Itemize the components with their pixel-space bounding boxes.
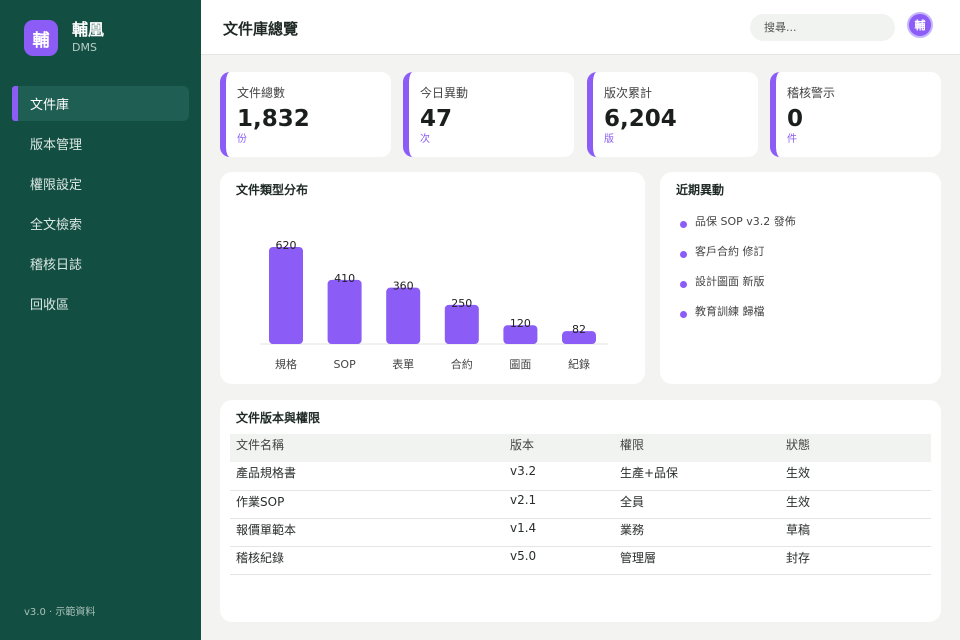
brand-sub: DMS: [72, 41, 97, 54]
stat-card-total-versions: 版次累計 6,204 版: [587, 72, 758, 157]
list-item[interactable]: 客戶合約 修訂: [680, 236, 796, 266]
activity-text: 設計圖面 新版: [695, 275, 765, 288]
stat-unit: 份: [237, 134, 247, 145]
bar-2[interactable]: [386, 287, 421, 344]
brand-text: 輔凰 DMS: [72, 20, 104, 56]
stat-value: 6,204: [604, 106, 677, 132]
bullet-dot-icon: [680, 220, 687, 228]
cell-name: 報價單範本: [230, 518, 504, 547]
sidebar-item-versions[interactable]: 版本管理: [12, 126, 189, 161]
bullet-dot-icon: [680, 280, 687, 288]
sidebar: 輔 輔凰 DMS 文件庫 版本管理 權限設定 全文檢索 稽核日誌 回收區 v3.…: [0, 0, 201, 640]
cell-name: 產品規格書: [230, 462, 504, 491]
column-header-version[interactable]: 版本: [504, 434, 614, 462]
sidebar-item-permissions[interactable]: 權限設定: [12, 166, 189, 201]
bar-value-label: 410: [334, 272, 355, 285]
table-row[interactable]: 產品規格書 v3.2 生產+品保 生效: [230, 462, 931, 491]
brand-logo: 輔: [24, 20, 58, 56]
page-title: 文件庫總覽: [223, 20, 299, 38]
cell-version: v2.1: [504, 490, 614, 519]
stat-label: 版次累計: [604, 86, 653, 100]
table-panel: 文件版本與權限 文件名稱 版本 權限 狀態 產品規格書 v3.2 生產+品保 生…: [220, 400, 941, 622]
list-item[interactable]: 設計圖面 新版: [680, 266, 796, 296]
stat-card-total-documents: 文件總數 1,832 份: [220, 72, 391, 157]
cell-name: 稽核紀錄: [230, 546, 504, 575]
sidebar-footer: v3.0 · 示範資料: [24, 607, 96, 618]
cell-status: 生效: [780, 462, 931, 491]
bar-value-label: 82: [572, 323, 586, 336]
table-row[interactable]: 稽核紀錄 v5.0 管理層 封存: [230, 546, 931, 575]
stat-card-audit-alerts: 稽核警示 0 件: [770, 72, 941, 157]
activity-panel: 近期異動 品保 SOP v3.2 發佈 客戶合約 修訂 設計圖面 新版 教育訓練…: [660, 172, 941, 384]
table-panel-title: 文件版本與權限: [236, 411, 321, 425]
list-item[interactable]: 品保 SOP v3.2 發佈: [680, 206, 796, 236]
category-tick-label: 合約: [451, 357, 473, 371]
cell-version: v3.2: [504, 462, 614, 491]
sidebar-item-search[interactable]: 全文檢索: [12, 206, 189, 241]
stat-value: 1,832: [237, 106, 310, 132]
top-header: 文件庫總覽 輔: [201, 0, 960, 55]
stat-cards: 文件總數 1,832 份 今日異動 47 次 版次累計 6,204 版 稽核警示…: [220, 72, 941, 157]
cell-version: v1.4: [504, 518, 614, 547]
cell-permission: 生產+品保: [614, 462, 780, 491]
stat-label: 稽核警示: [787, 86, 836, 100]
sidebar-nav: 文件庫 版本管理 權限設定 全文檢索 稽核日誌 回收區: [12, 86, 189, 326]
table-row[interactable]: 報價單範本 v1.4 業務 草稿: [230, 518, 931, 547]
activity-list: 品保 SOP v3.2 發佈 客戶合約 修訂 設計圖面 新版 教育訓練 歸檔: [680, 206, 796, 326]
category-tick-label: SOP: [333, 358, 356, 371]
documents-table: 文件名稱 版本 權限 狀態 產品規格書 v3.2 生產+品保 生效 作業SOP …: [230, 434, 931, 575]
category-tick-label: 表單: [392, 357, 414, 371]
bar-0[interactable]: [269, 247, 303, 344]
cell-version: v5.0: [504, 546, 614, 575]
table-header-row: 文件名稱 版本 權限 狀態: [230, 434, 931, 462]
table-row[interactable]: 作業SOP v2.1 全員 生效: [230, 490, 931, 519]
bar-value-label: 250: [451, 297, 472, 310]
cell-status: 生效: [780, 490, 931, 519]
stat-unit: 次: [420, 134, 430, 145]
cell-name: 作業SOP: [230, 490, 504, 519]
cell-status: 封存: [780, 546, 931, 575]
column-header-name[interactable]: 文件名稱: [230, 434, 504, 462]
cell-permission: 全員: [614, 490, 780, 519]
category-tick-label: 規格: [275, 357, 297, 371]
activity-text: 客戶合約 修訂: [695, 245, 765, 258]
stat-unit: 版: [604, 134, 614, 145]
column-header-permission[interactable]: 權限: [614, 434, 780, 462]
chart-panel: 文件類型分布 620 規格 410 SOP 360 表單 250 合約 120 圖面 82 紀錄: [220, 172, 645, 384]
stat-value: 47: [420, 106, 453, 132]
activity-text: 教育訓練 歸檔: [695, 305, 765, 318]
stat-label: 今日異動: [420, 86, 469, 100]
stat-card-today-changes: 今日異動 47 次: [403, 72, 574, 157]
cell-permission: 業務: [614, 518, 780, 547]
bar-chart: 620 規格 410 SOP 360 表單 250 合約 120 圖面 82 紀錄: [260, 239, 608, 371]
search-input[interactable]: [750, 14, 895, 41]
category-tick-label: 紀錄: [568, 357, 590, 371]
category-tick-label: 圖面: [509, 358, 531, 371]
brand-name: 輔凰: [72, 20, 105, 39]
bullet-dot-icon: [680, 310, 687, 318]
list-item[interactable]: 教育訓練 歸檔: [680, 296, 796, 326]
brand[interactable]: 輔 輔凰 DMS: [24, 20, 104, 56]
bar-1[interactable]: [327, 279, 362, 344]
sidebar-item-audit-log[interactable]: 稽核日誌: [12, 246, 189, 281]
sidebar-item-library[interactable]: 文件庫: [12, 86, 189, 121]
avatar[interactable]: 輔: [907, 12, 933, 38]
bar-value-label: 360: [393, 280, 414, 293]
bar-3[interactable]: [444, 304, 479, 344]
bullet-dot-icon: [680, 250, 687, 258]
activity-text: 品保 SOP v3.2 發佈: [695, 215, 796, 228]
bar-value-label: 620: [276, 239, 297, 252]
cell-permission: 管理層: [614, 546, 780, 575]
cell-status: 草稿: [780, 518, 931, 547]
column-header-status[interactable]: 狀態: [780, 434, 931, 462]
stat-value: 0: [787, 106, 804, 132]
bar-value-label: 120: [510, 317, 531, 330]
stat-unit: 件: [787, 134, 797, 145]
stat-label: 文件總數: [237, 86, 286, 100]
activity-panel-title: 近期異動: [676, 183, 725, 197]
sidebar-item-recycle-bin[interactable]: 回收區: [12, 286, 189, 321]
